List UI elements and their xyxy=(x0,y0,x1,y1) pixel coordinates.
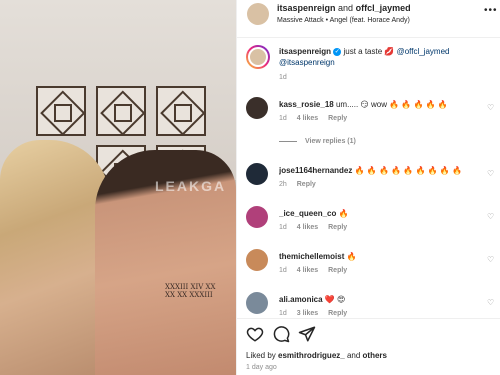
comment-likes[interactable]: 4 likes xyxy=(297,115,318,122)
comment-text: jose1164hernandez 🔥 🔥 🔥 🔥 🔥 🔥 🔥 🔥 🔥 xyxy=(279,166,463,175)
tattoo: XXXIII XIV XX XX XX XXXIII xyxy=(165,283,216,299)
liked-by-others[interactable]: others xyxy=(363,351,387,360)
commenter-username[interactable]: kass_rosie_18 xyxy=(279,100,334,109)
heart-icon[interactable]: ♡ xyxy=(487,255,494,264)
comment-meta: 1d 4 likes Reply xyxy=(279,115,348,122)
reply-button[interactable]: Reply xyxy=(328,115,347,122)
post-actions: Liked by esmithrodriguez_ and others 1 d… xyxy=(237,318,500,375)
reply-button[interactable]: Reply xyxy=(328,267,347,274)
commenter-avatar[interactable] xyxy=(246,163,268,185)
reply-button[interactable]: Reply xyxy=(328,310,347,317)
caption-avatar[interactable] xyxy=(246,45,270,69)
commenter-username[interactable]: ali.amonica xyxy=(279,295,323,304)
commenter-username[interactable]: jose1164hernandez xyxy=(279,166,352,175)
liked-by[interactable]: Liked by esmithrodriguez_ and others xyxy=(246,351,387,360)
comment: kass_rosie_18 um..... 😏 wow 🔥 🔥 🔥 🔥 🔥 1d… xyxy=(237,97,500,137)
commenter-avatar[interactable] xyxy=(246,292,268,314)
commenter-username[interactable]: themichellemoist xyxy=(279,252,344,261)
caption-mention[interactable]: @itsaspenreign xyxy=(279,58,335,67)
reply-button[interactable]: Reply xyxy=(297,181,316,188)
wall-art-frame xyxy=(156,86,206,136)
comment-likes[interactable]: 4 likes xyxy=(297,224,318,231)
caption-text: itsaspenreign ✓ just a taste 💋 @offcl_ja… xyxy=(279,46,495,68)
comment-meta: 1d 3 likes Reply xyxy=(279,310,348,317)
comment-icon[interactable] xyxy=(272,325,290,343)
comment-text: themichellemoist 🔥 xyxy=(279,252,357,261)
caption-mention[interactable]: @offcl_jaymed xyxy=(397,47,450,56)
comment-likes[interactable]: 3 likes xyxy=(297,310,318,317)
comment-text: ali.amonica ❤️ 😍 xyxy=(279,295,346,304)
comment-meta: 2h Reply xyxy=(279,181,316,188)
commenter-avatar[interactable] xyxy=(246,206,268,228)
photo-person-left xyxy=(0,140,110,375)
verified-badge-icon: ✓ xyxy=(333,47,342,56)
heart-icon[interactable]: ♡ xyxy=(487,169,494,178)
heart-icon[interactable]: ♡ xyxy=(487,103,494,112)
commenter-avatar[interactable] xyxy=(246,249,268,271)
caption-body: just a taste 💋 xyxy=(343,47,395,56)
post-photo[interactable]: LEAKGA XXXIII XIV XX XX XX XXXIII xyxy=(0,0,236,375)
wall-art-frame xyxy=(36,86,86,136)
collaborator-username[interactable]: offcl_jaymed xyxy=(356,3,411,13)
audio-track[interactable]: Massive Attack • Angel (feat. Horace And… xyxy=(277,17,410,24)
commenter-username[interactable]: _ice_queen_co xyxy=(279,209,336,218)
comment-text: _ice_queen_co 🔥 xyxy=(279,209,349,218)
author-username[interactable]: itsaspenreign xyxy=(277,3,336,13)
like-heart-icon[interactable] xyxy=(246,325,264,343)
more-horizontal-icon[interactable]: ••• xyxy=(484,5,498,16)
comment: ali.amonica ❤️ 😍 1d 3 likes Reply ♡ xyxy=(237,292,500,318)
post-side-panel: itsaspenreign and offcl_jaymed Massive A… xyxy=(236,0,500,375)
heart-icon[interactable]: ♡ xyxy=(487,298,494,307)
post-authors: itsaspenreign and offcl_jaymed xyxy=(277,3,411,13)
reply-button[interactable]: Reply xyxy=(328,224,347,231)
wall-art-frame xyxy=(96,86,146,136)
comment: _ice_queen_co 🔥 1d 4 likes Reply ♡ xyxy=(237,206,500,246)
author-avatar[interactable] xyxy=(247,3,269,25)
comment-text: kass_rosie_18 um..... 😏 wow 🔥 🔥 🔥 🔥 🔥 xyxy=(279,100,448,109)
comment-meta: 1d 4 likes Reply xyxy=(279,267,348,274)
watermark: LEAKGA xyxy=(155,178,227,194)
comment: jose1164hernandez 🔥 🔥 🔥 🔥 🔥 🔥 🔥 🔥 🔥 2h R… xyxy=(237,163,500,203)
comment: themichellemoist 🔥 1d 4 likes Reply ♡ xyxy=(237,249,500,289)
divider xyxy=(279,140,297,142)
caption-username[interactable]: itsaspenreign xyxy=(279,47,331,56)
liked-by-username[interactable]: esmithrodriguez_ xyxy=(278,351,345,360)
comment-meta: 1d 4 likes Reply xyxy=(279,224,348,231)
view-replies-button[interactable]: View replies (1) xyxy=(279,138,356,145)
commenter-avatar[interactable] xyxy=(246,97,268,119)
caption-time: 1d xyxy=(279,74,287,81)
share-icon[interactable] xyxy=(298,325,316,343)
heart-icon[interactable]: ♡ xyxy=(487,212,494,221)
post-timestamp[interactable]: 1 day ago xyxy=(246,364,277,371)
comment-likes[interactable]: 4 likes xyxy=(297,267,318,274)
post-header: itsaspenreign and offcl_jaymed Massive A… xyxy=(237,0,500,38)
